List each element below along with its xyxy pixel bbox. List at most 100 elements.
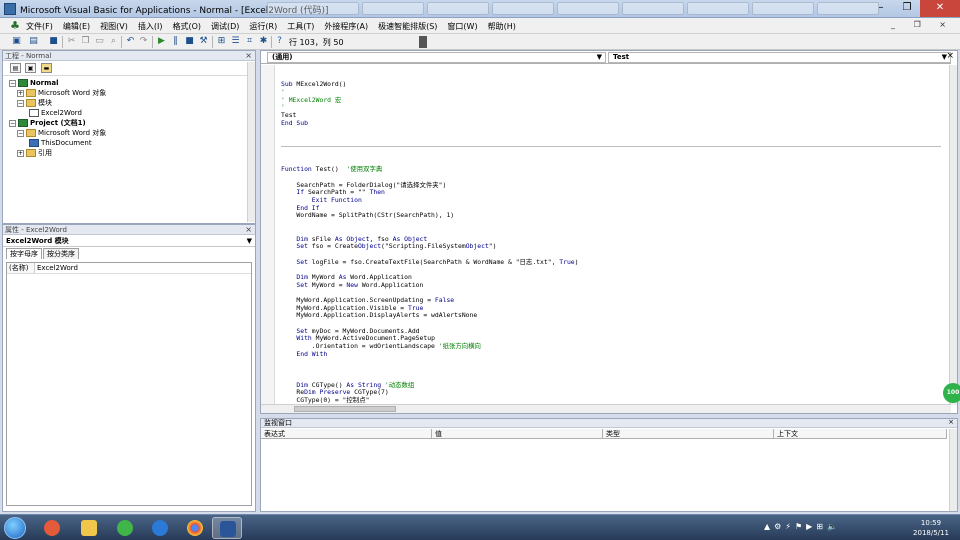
view-word-icon[interactable]: ▣ [11, 36, 22, 47]
code-line[interactable]: MyWord.Application.DisplayAlerts = wdAle… [281, 312, 941, 320]
code-window-close-icon[interactable]: × [946, 51, 954, 61]
collapse-icon[interactable]: − [17, 99, 24, 107]
code-line[interactable] [281, 220, 941, 228]
close-button[interactable]: ✕ [920, 0, 960, 17]
toolbar-grip[interactable] [419, 36, 427, 48]
background-tab[interactable] [492, 2, 554, 15]
code-line[interactable]: ' MExcel2Word 宏 [281, 96, 941, 105]
redo-icon[interactable]: ↷ [138, 36, 149, 47]
procedure-select[interactable]: Test ▼ [608, 52, 951, 63]
object-select[interactable]: (通用) ▼ [267, 52, 606, 63]
copy-icon[interactable]: ❐ [80, 36, 91, 47]
project-scrollbar[interactable] [247, 62, 255, 222]
minimize-button[interactable]: – [868, 0, 894, 17]
background-tab[interactable] [267, 2, 359, 15]
code-line[interactable]: Test [281, 111, 941, 120]
properties-icon[interactable]: ☰ [230, 36, 241, 47]
menu-item[interactable]: 极速智能排版(S) [378, 21, 437, 32]
expand-icon[interactable]: + [17, 149, 24, 157]
toolbox-icon[interactable]: ✱ [258, 36, 269, 47]
tree-node[interactable]: − Project (文档1) [9, 118, 86, 128]
view-code-icon[interactable]: ▤ [10, 63, 21, 73]
start-button[interactable] [4, 517, 26, 539]
properties-close-icon[interactable]: × [245, 225, 252, 235]
clock[interactable]: 10:59 2018/5/11 [908, 518, 954, 538]
property-value[interactable]: Excel2Word [35, 263, 78, 273]
code-line[interactable]: Exit Function [281, 196, 941, 205]
menu-item[interactable]: 工具(T) [287, 21, 314, 32]
background-tab[interactable] [687, 2, 749, 15]
find-icon[interactable]: ⌕ [108, 36, 119, 47]
tree-node[interactable]: ThisDocument [29, 138, 92, 148]
break-icon[interactable]: ‖ [170, 36, 181, 47]
code-line[interactable]: Set fso = CreateObject("Scripting.FileSy… [281, 242, 941, 251]
properties-object-select[interactable]: Excel2Word 模块 ▼ [3, 235, 255, 247]
tab-categorized[interactable]: 按分类序 [43, 248, 79, 259]
chevron-down-icon[interactable]: ▼ [597, 53, 602, 62]
save-icon[interactable]: ■ [48, 36, 59, 47]
speed-badge[interactable]: 100 [943, 383, 960, 403]
chevron-down-icon[interactable]: ▼ [247, 235, 252, 247]
collapse-icon[interactable]: − [9, 79, 16, 87]
code-line[interactable]: If SearchPath = "" Then [281, 189, 941, 197]
taskbar-app-ie[interactable] [145, 517, 175, 539]
tree-node[interactable]: Excel2Word [29, 108, 82, 118]
menu-item[interactable]: 插入(I) [138, 21, 163, 32]
object-browser-icon[interactable]: ⌗ [244, 36, 255, 47]
tree-node[interactable]: + 引用 [17, 148, 52, 158]
taskbar-app-360[interactable] [110, 517, 140, 539]
code-line[interactable]: Set MyWord = New Word.Application [281, 281, 941, 290]
code-line[interactable]: WordName = SplitPath(CStr(SearchPath), 1… [281, 212, 941, 220]
run-icon[interactable]: ▶ [156, 36, 167, 47]
help-icon[interactable]: ? [274, 36, 285, 47]
taskbar-app-word[interactable] [212, 517, 242, 539]
tree-node[interactable]: − Microsoft Word 对象 [17, 128, 106, 138]
property-row[interactable]: (名称) Excel2Word [7, 263, 251, 274]
tree-node[interactable]: + Microsoft Word 对象 [17, 88, 106, 98]
collapse-icon[interactable]: − [9, 119, 16, 127]
watch-col-type[interactable]: 类型 [603, 429, 774, 438]
undo-icon[interactable]: ↶ [125, 36, 136, 47]
watch-col-context[interactable]: 上下文 [774, 429, 947, 438]
watch-col-value[interactable]: 值 [432, 429, 603, 438]
reset-icon[interactable]: ■ [184, 36, 195, 47]
menu-item[interactable]: 运行(R) [249, 21, 277, 32]
taskbar-app-qq[interactable] [37, 517, 67, 539]
collapse-icon[interactable]: − [17, 129, 24, 137]
code-line[interactable]: .Orientation = wdOrientLandscape '纸张方向横向 [281, 342, 941, 351]
watch-close-icon[interactable]: × [948, 418, 954, 427]
tree-node[interactable]: − 模块 [17, 98, 52, 108]
code-line[interactable]: ' [281, 88, 941, 97]
code-line[interactable] [281, 366, 941, 374]
background-tab[interactable] [752, 2, 814, 15]
menu-item[interactable]: 视图(V) [100, 21, 128, 32]
background-tab[interactable] [362, 2, 424, 15]
cut-icon[interactable]: ✂ [66, 36, 77, 47]
code-line[interactable]: Function Test() '使用双字典 [281, 165, 941, 174]
tab-alphabetic[interactable]: 按字母序 [6, 248, 42, 259]
taskbar-app-explorer[interactable] [74, 517, 104, 539]
code-line[interactable]: Set logFile = fso.CreateTextFile(SearchP… [281, 258, 941, 267]
system-tray[interactable]: ▲⚙⚡⚑▶⊞🔈 [764, 522, 841, 531]
code-line[interactable]: End Sub [281, 119, 941, 128]
background-tab[interactable] [622, 2, 684, 15]
margin-indicator-bar[interactable] [261, 65, 275, 405]
insert-module-icon[interactable]: ▤ [28, 36, 39, 47]
background-tab[interactable] [427, 2, 489, 15]
code-line[interactable]: ' [281, 104, 941, 112]
project-explorer-icon[interactable]: ⊞ [216, 36, 227, 47]
menu-item[interactable]: 调试(D) [211, 21, 239, 32]
expand-icon[interactable]: + [17, 89, 24, 97]
design-mode-icon[interactable]: ⚒ [198, 36, 209, 47]
code-editor[interactable]: Sub MExcel2Word() ' ' MExcel2Word 宏 ' Test En… [281, 66, 941, 406]
code-line[interactable]: End With [281, 350, 941, 359]
watch-col-expression[interactable]: 表达式 [261, 429, 432, 438]
view-object-icon[interactable]: ▣ [25, 63, 36, 73]
menu-item[interactable]: 文件(F) [26, 21, 53, 32]
project-explorer-close-icon[interactable]: × [245, 51, 252, 61]
paste-icon[interactable]: ▭ [94, 36, 105, 47]
menu-item[interactable]: 窗口(W) [447, 21, 477, 32]
code-line[interactable]: ReDim Preserve CGType(7) [281, 388, 941, 397]
toggle-folders-icon[interactable]: ▬ [41, 63, 52, 73]
code-horizontal-scrollbar[interactable] [261, 404, 951, 413]
